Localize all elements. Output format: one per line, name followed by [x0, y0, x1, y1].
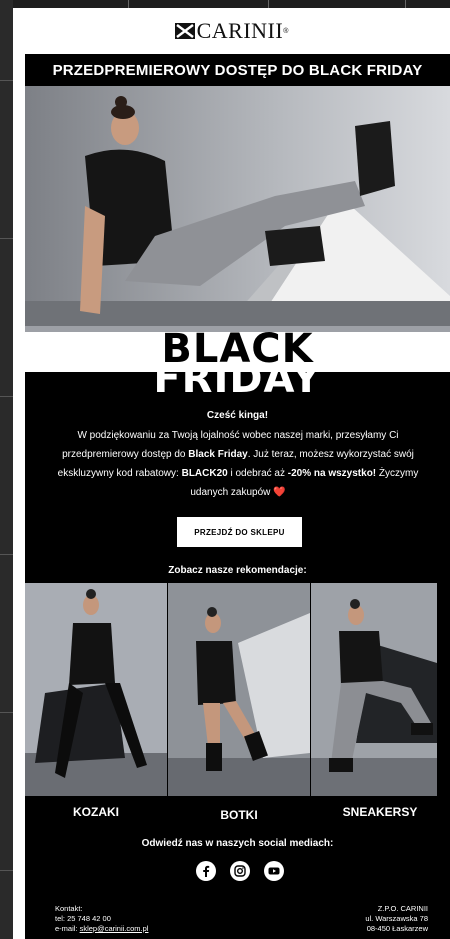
- kozaki-photo: [25, 583, 167, 796]
- social-title: Odwiedź nas w naszych social mediach:: [141, 838, 334, 849]
- product-image-botki[interactable]: [168, 583, 310, 796]
- brand-name: CARINII: [196, 18, 284, 43]
- contact-email-row: e-mail: sklep@carinii.com.pl: [55, 924, 148, 934]
- contact-email-link[interactable]: sklep@carinii.com.pl: [80, 924, 149, 933]
- sneakersy-photo: [311, 583, 437, 796]
- top-bar: [13, 0, 450, 8]
- company-city: 08-450 Łaskarzew: [366, 924, 428, 933]
- product-image-kozaki[interactable]: [25, 583, 167, 796]
- company-street: ul. Warszawska 78: [365, 914, 428, 923]
- discount-code: BLACK20: [181, 468, 228, 479]
- youtube-icon[interactable]: [264, 861, 284, 881]
- message-bold-discount: -20% na wszystko!: [287, 468, 377, 479]
- brand-logo[interactable]: CARINII ®: [13, 8, 450, 54]
- instagram-icon[interactable]: [230, 861, 250, 881]
- product-image-sneakersy[interactable]: [311, 583, 437, 796]
- message-text-3: i odebrać aż: [227, 468, 288, 479]
- email-prefix: e-mail:: [55, 924, 80, 933]
- botki-photo: [168, 583, 310, 796]
- shop-now-button[interactable]: PRZEJDŹ DO SKLEPU: [177, 517, 302, 547]
- left-rail: [0, 0, 13, 939]
- carinii-logo-icon: [174, 23, 195, 39]
- product-label-sneakersy[interactable]: SNEAKERSY: [330, 805, 430, 819]
- trademark: ®: [283, 27, 289, 35]
- recommendations-title: Zobacz nasze rekomendacje:: [168, 565, 307, 576]
- heart-icon: ❤️: [273, 487, 286, 498]
- promo-message: W podziękowaniu za Twoją lojalność wobec…: [53, 426, 423, 502]
- greeting: Cześć kinga!: [206, 410, 269, 421]
- black-friday-headline: BLACK FRIDAY: [25, 329, 450, 402]
- contact-label: Kontakt:: [55, 904, 83, 913]
- footer-contact: Kontakt: tel: 25 748 42 00 e-mail: sklep…: [55, 904, 148, 934]
- social-links: [196, 861, 284, 881]
- promo-banner: PRZEDPREMIEROWY DOSTĘP DO BLACK FRIDAY: [25, 54, 450, 86]
- product-label-kozaki[interactable]: KOZAKI: [54, 805, 138, 819]
- headline-line2: FRIDAY: [153, 356, 322, 402]
- product-label-botki[interactable]: BOTKI: [197, 808, 281, 822]
- message-bold-black-friday: Black Friday: [188, 449, 248, 460]
- facebook-icon[interactable]: [196, 861, 216, 881]
- footer-address: Z.P.O. CARINII ul. Warszawska 78 08-450 …: [365, 904, 428, 934]
- hero-photo: [25, 86, 450, 326]
- contact-phone: tel: 25 748 42 00: [55, 914, 111, 923]
- hero-image[interactable]: [25, 86, 450, 332]
- company-name: Z.P.O. CARINII: [377, 904, 428, 913]
